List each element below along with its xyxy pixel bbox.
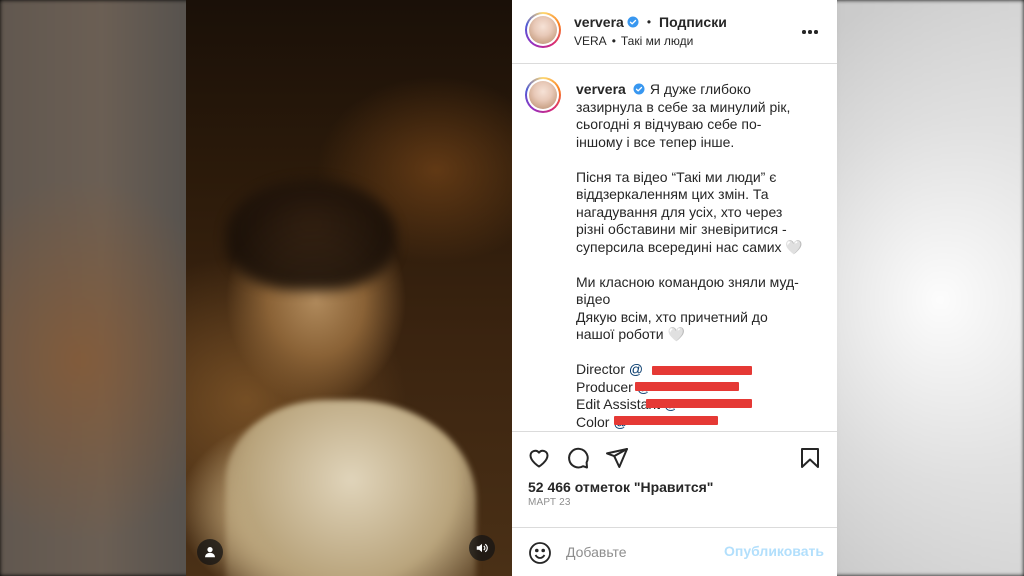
like-button[interactable] (527, 446, 551, 470)
speaker-icon (476, 543, 488, 553)
caption-text: ververa Я дуже глибоко зазирнула в себе з… (576, 81, 821, 431)
video-frame-hair (226, 180, 396, 290)
comment-bar: Опубликовать (512, 527, 837, 576)
smiley-icon (529, 542, 551, 564)
send-icon (606, 448, 628, 468)
redaction-mark (646, 399, 752, 408)
verified-badge-icon (633, 83, 645, 95)
caption-line: Я дуже глибоко (649, 81, 751, 97)
caption-line: сьогодні я відчуваю себе по- (576, 116, 762, 132)
comment-icon (568, 447, 589, 469)
caption-section: ververa Я дуже глибоко зазирнула в себе з… (512, 65, 837, 431)
post-video[interactable] (186, 0, 512, 576)
publish-button[interactable]: Опубликовать (724, 543, 824, 559)
avatar[interactable] (525, 12, 561, 48)
redaction-mark (614, 416, 718, 425)
header-username[interactable]: ververa (574, 14, 624, 30)
bookmark-icon (801, 448, 819, 468)
caption-line: Дякую всім, хто причетний до (576, 308, 768, 325)
caption-line: зазирнула в себе за минулий рік, (576, 98, 791, 115)
post-date[interactable]: МАРТ 23 (528, 497, 571, 508)
heart-icon (529, 449, 549, 468)
caption-line: іншому і все тепер інше. (576, 133, 735, 150)
post-header: ververa • Подписки VERA • Такі ми люди (512, 0, 837, 64)
audio-subtitle[interactable]: VERA • Такі ми люди (574, 34, 693, 48)
caption-line: відео (576, 291, 611, 307)
caption-username[interactable]: ververa (576, 81, 626, 97)
caption-line: віддзеркаленням цих змін. Та (576, 186, 769, 202)
separator-dot: • (611, 34, 616, 48)
more-options-button[interactable] (800, 22, 820, 42)
caption-line: Пісня та відео “Такі ми люди” є (576, 168, 777, 185)
caption-avatar[interactable] (525, 77, 561, 113)
song-title: Такі ми люди (620, 34, 694, 48)
comment-button[interactable] (566, 446, 590, 470)
following-button[interactable]: Подписки (659, 14, 727, 30)
emoji-button[interactable] (528, 541, 552, 565)
comment-input[interactable] (566, 542, 716, 562)
caption-line: нашої роботи 🤍 (576, 326, 685, 342)
post-side-panel: ververa • Подписки VERA • Такі ми люди v… (512, 0, 837, 576)
caption-line: суперсила всередині нас самих 🤍 (576, 238, 803, 255)
redaction-mark (635, 382, 739, 391)
share-button[interactable] (605, 446, 629, 470)
credit-role: Director (576, 361, 626, 377)
save-button[interactable] (798, 446, 822, 470)
credit-role: Producer (576, 378, 633, 395)
separator-dot: • (646, 15, 652, 29)
post-actions: 52 466 отметок "Нравится" МАРТ 23 (512, 431, 837, 527)
video-frame-shirt (226, 400, 476, 576)
verified-badge-icon (627, 16, 639, 28)
credit-role: Color (576, 413, 610, 430)
redaction-mark (652, 366, 752, 375)
caption-line: Ми класною командою зняли муд- (576, 273, 799, 290)
credit-mention[interactable]: @ (629, 361, 643, 377)
caption-line: нагадування для усіх, хто через (576, 203, 783, 220)
artist-name: VERA (574, 34, 607, 48)
likes-count[interactable]: 52 466 отметок "Нравится" (528, 479, 713, 495)
caption-line: різні обставини міг зневіритися - (576, 221, 787, 237)
sound-toggle-button[interactable] (469, 535, 495, 561)
user-tags-button[interactable] (197, 539, 223, 565)
user-icon (205, 547, 215, 558)
